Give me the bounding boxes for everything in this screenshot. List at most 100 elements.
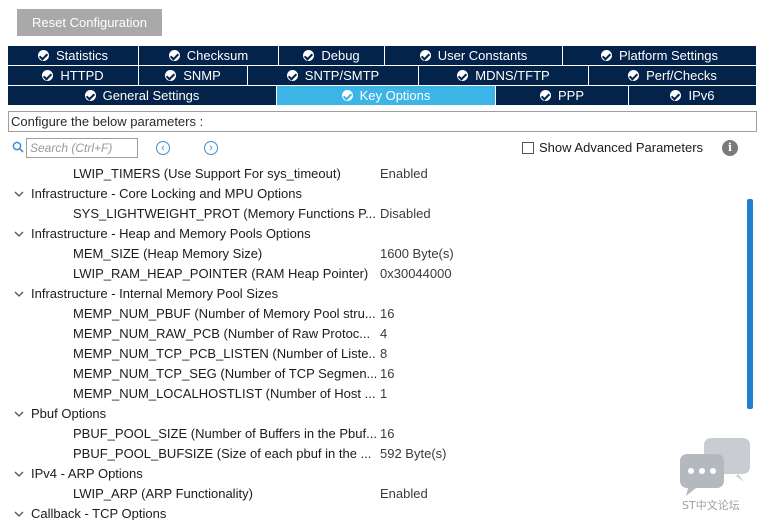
tree-param-row[interactable]: MEMP_NUM_TCP_PCB_LISTEN (Number of Liste…	[0, 344, 745, 364]
tab-general-settings[interactable]: General Settings	[8, 86, 277, 106]
tree-param-row[interactable]: MEMP_NUM_PBUF (Number of Memory Pool str…	[0, 304, 745, 324]
tab-label: User Constants	[437, 48, 528, 63]
tab-label: SNTP/SMTP	[304, 68, 380, 83]
tree-param-row[interactable]: LWIP_ARP (ARP Functionality) Enabled	[0, 484, 745, 504]
tab-key-options[interactable]: Key Options	[277, 86, 496, 106]
param-name: MEM_SIZE (Heap Memory Size)	[73, 246, 263, 261]
tab-statistics[interactable]: Statistics	[8, 46, 139, 66]
tree-param-row[interactable]: LWIP_RAM_HEAP_POINTER (RAM Heap Pointer)…	[0, 264, 745, 284]
param-value: Enabled	[380, 166, 428, 181]
tab-label: Checksum	[186, 48, 249, 63]
param-name: MEMP_NUM_TCP_SEG (Number of TCP Segmen..…	[73, 366, 376, 381]
param-name: PBUF_POOL_SIZE (Number of Buffers in the…	[73, 426, 376, 441]
tab-user-constants[interactable]: User Constants	[385, 46, 563, 66]
check-circle-icon	[457, 70, 469, 81]
tree-group-row[interactable]: Infrastructure - Core Locking and MPU Op…	[0, 184, 745, 204]
param-name: SYS_LIGHTWEIGHT_PROT (Memory Functions P…	[73, 206, 376, 221]
group-label: Infrastructure - Internal Memory Pool Si…	[31, 286, 279, 301]
tree-param-row[interactable]: PBUF_POOL_BUFSIZE (Size of each pbuf in …	[0, 444, 745, 464]
tree-group-row[interactable]: IPv4 - ARP Options	[0, 464, 745, 484]
tree-group-row[interactable]: Infrastructure - Heap and Memory Pools O…	[0, 224, 745, 244]
chevron-down-icon[interactable]	[13, 508, 25, 520]
tab-label: HTTPD	[60, 68, 104, 83]
tab-mdns-tftp[interactable]: MDNS/TFTP	[419, 66, 589, 86]
tree-param-row[interactable]: MEMP_NUM_LOCALHOSTLIST (Number of Host .…	[0, 384, 745, 404]
chevron-down-icon[interactable]	[13, 228, 25, 240]
search-icon	[12, 141, 24, 153]
parameter-tree: LWIP_TIMERS (Use Support For sys_timeout…	[0, 164, 745, 520]
check-circle-icon	[165, 70, 177, 81]
param-name: MEMP_NUM_RAW_PCB (Number of Raw Protoc..…	[73, 326, 371, 341]
param-name: LWIP_ARP (ARP Functionality)	[73, 486, 253, 501]
tree-group-row[interactable]: Callback - TCP Options	[0, 504, 745, 520]
param-name: PBUF_POOL_BUFSIZE (Size of each pbuf in …	[73, 446, 372, 461]
tab-row-3: General Settings Key Options PPP IPv6	[8, 86, 757, 106]
group-label: Infrastructure - Core Locking and MPU Op…	[31, 186, 302, 201]
check-circle-icon	[42, 70, 54, 81]
tab-label: Debug	[321, 48, 360, 63]
tab-ipv6[interactable]: IPv6	[629, 86, 757, 106]
tab-row-2: HTTPD SNMP SNTP/SMTP MDNS/TFTP Perf/Chec…	[8, 66, 757, 86]
tree-param-row[interactable]: PBUF_POOL_SIZE (Number of Buffers in the…	[0, 424, 745, 444]
parameters-description: Configure the below parameters :	[8, 111, 757, 132]
reset-configuration-button[interactable]: Reset Configuration	[17, 9, 162, 36]
tab-label: Perf/Checks	[646, 68, 717, 83]
tree-param-row[interactable]: MEM_SIZE (Heap Memory Size) 1600 Byte(s)	[0, 244, 745, 264]
group-label: IPv4 - ARP Options	[31, 466, 143, 481]
watermark-text: ST中文论坛	[682, 499, 740, 512]
tree-param-row[interactable]: MEMP_NUM_TCP_SEG (Number of TCP Segmen..…	[0, 364, 745, 384]
tab-label: SNMP	[183, 68, 221, 83]
tab-label: Platform Settings	[619, 48, 718, 63]
param-name: LWIP_TIMERS (Use Support For sys_timeout…	[73, 166, 341, 181]
tab-platform-settings[interactable]: Platform Settings	[563, 46, 757, 66]
show-advanced-checkbox[interactable]	[522, 142, 534, 154]
chevron-down-icon[interactable]	[13, 288, 25, 300]
param-value: 16	[380, 426, 395, 441]
info-icon[interactable]: i	[722, 140, 738, 156]
group-label: Infrastructure - Heap and Memory Pools O…	[31, 226, 311, 241]
check-circle-icon	[303, 50, 315, 61]
search-input[interactable]	[26, 138, 138, 158]
param-name: MEMP_NUM_PBUF (Number of Memory Pool str…	[73, 306, 376, 321]
tab-ppp[interactable]: PPP	[496, 86, 629, 106]
tab-label: Statistics	[55, 48, 108, 63]
param-value: 16	[380, 366, 395, 381]
param-name: LWIP_RAM_HEAP_POINTER (RAM Heap Pointer)	[73, 266, 369, 281]
check-circle-icon	[341, 90, 353, 101]
tab-httpd[interactable]: HTTPD	[8, 66, 139, 86]
check-circle-icon	[286, 70, 298, 81]
show-advanced-label: Show Advanced Parameters	[539, 140, 704, 155]
tab-sntp-smtp[interactable]: SNTP/SMTP	[248, 66, 419, 86]
check-circle-icon	[419, 50, 431, 61]
tab-label: General Settings	[102, 88, 200, 103]
tab-label: PPP	[557, 88, 584, 103]
tab-label: IPv6	[688, 88, 715, 103]
check-circle-icon	[670, 90, 682, 101]
search-previous-icon[interactable]: ‹	[156, 141, 170, 155]
tree-param-row[interactable]: MEMP_NUM_RAW_PCB (Number of Raw Protoc..…	[0, 324, 745, 344]
tree-param-row[interactable]: LWIP_TIMERS (Use Support For sys_timeout…	[0, 164, 745, 184]
chevron-down-icon[interactable]	[13, 468, 25, 480]
tab-debug[interactable]: Debug	[279, 46, 385, 66]
param-value: 4	[380, 326, 388, 341]
search-next-icon[interactable]: ›	[204, 141, 218, 155]
chevron-down-icon[interactable]	[13, 188, 25, 200]
param-value: 1600 Byte(s)	[380, 246, 454, 261]
tab-label: Key Options	[359, 88, 431, 103]
tree-group-row[interactable]: Infrastructure - Internal Memory Pool Si…	[0, 284, 745, 304]
param-value: 1	[380, 386, 388, 401]
check-circle-icon	[539, 90, 551, 101]
param-value: 0x30044000	[380, 266, 452, 281]
param-value: Enabled	[380, 486, 428, 501]
param-value: Disabled	[380, 206, 431, 221]
scrollbar-thumb[interactable]	[747, 199, 753, 409]
check-circle-icon	[84, 90, 96, 101]
chevron-down-icon[interactable]	[13, 408, 25, 420]
tree-param-row[interactable]: SYS_LIGHTWEIGHT_PROT (Memory Functions P…	[0, 204, 745, 224]
tab-snmp[interactable]: SNMP	[139, 66, 248, 86]
check-circle-icon	[37, 50, 49, 61]
tree-group-row[interactable]: Pbuf Options	[0, 404, 745, 424]
tab-checksum[interactable]: Checksum	[139, 46, 279, 66]
param-value: 592 Byte(s)	[380, 446, 447, 461]
tab-perf-checks[interactable]: Perf/Checks	[589, 66, 757, 86]
